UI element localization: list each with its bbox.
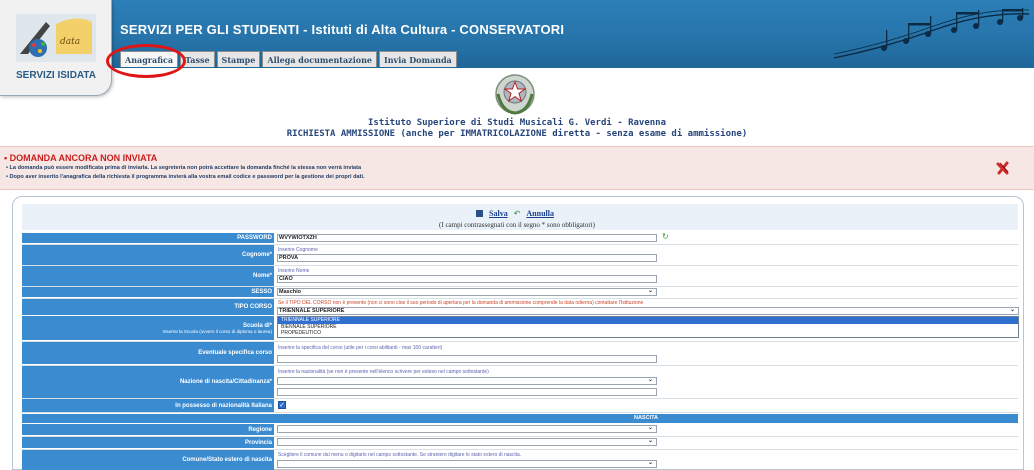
provincia-select[interactable]: ⌄	[277, 438, 657, 446]
regione-label: Regione	[22, 424, 274, 435]
regione-select[interactable]: ⌄	[277, 425, 657, 433]
section-band-left	[22, 414, 274, 423]
password-label: PASSWORD	[22, 233, 274, 243]
tab-allega-documentazione[interactable]: Allega documentazione	[262, 51, 377, 67]
close-x-icon[interactable]	[996, 161, 1010, 175]
scuola-sublabel: Inserire la Scuola (ovvero il corso di d…	[162, 328, 272, 334]
notice-line-2: • Dopo aver inserito l'anagrafica della …	[6, 174, 365, 180]
nazione-label: Nazione di nascita/Cittadinanza*	[22, 366, 274, 398]
specifica-field[interactable]	[277, 355, 657, 363]
chevron-down-icon: ⌄	[647, 438, 653, 444]
comune-label: Comune/Stato estero di nascita	[22, 450, 274, 470]
logo-label: SERVIZI ISIDATA	[15, 70, 96, 81]
cognome-hint: Inserire Cognome	[278, 247, 318, 253]
dropdown-option-triennale[interactable]: TRIENNALE SUPERIORE	[278, 317, 1018, 324]
provincia-label: Provincia	[22, 437, 274, 448]
notice-heading: • DOMANDA ANCORA NON INVIATA	[4, 153, 158, 163]
form-actions: Salva ↶ Annulla	[0, 209, 1034, 218]
nascita-section-header: NASCITA	[274, 414, 1018, 423]
undo-arrow-icon: ↶	[513, 209, 521, 218]
specifica-label: Eventuale specifica corso	[22, 342, 274, 364]
specifica-hint: Inserire la specifica del corso (utile p…	[278, 345, 443, 351]
tipo-corso-dropdown-list: TRIENNALE SUPERIORE BIENNALE SUPERIORE P…	[277, 316, 1019, 338]
floppy-disk-icon	[476, 210, 484, 217]
nazione-hint: Inserire la nazionalità (se non è presen…	[278, 369, 489, 375]
app-title: SERVIZI PER GLI STUDENTI - Istituti di A…	[120, 22, 565, 37]
isidata-logo: data	[16, 14, 96, 62]
scuola-label-cell: Scuola di* Inserire la Scuola (ovvero il…	[22, 316, 274, 340]
request-subtitle: RICHIESTA AMMISSIONE (anche per IMMATRIC…	[286, 129, 748, 139]
notice-banner: • DOMANDA ANCORA NON INVIATA • La domand…	[0, 146, 1034, 190]
comune-select[interactable]: ⌄	[277, 460, 657, 468]
nome-field[interactable]: CIAO	[277, 275, 657, 283]
password-field[interactable]: WVYWIOTXZH	[277, 234, 657, 242]
republic-emblem-icon	[495, 74, 535, 115]
svg-text:data: data	[60, 37, 80, 47]
chevron-down-icon: ⌄	[1009, 307, 1015, 313]
refresh-arrows-icon[interactable]: ↻	[662, 232, 669, 241]
dropdown-option-propedeutico[interactable]: PROPEDEUTICO	[278, 330, 1018, 337]
cognome-label: Cognome*	[22, 245, 274, 265]
dropdown-option-biennale[interactable]: BIENNALE SUPERIORE	[278, 324, 1018, 331]
chevron-down-icon: ⌄	[647, 425, 653, 431]
chevron-down-icon: ⌄	[647, 377, 653, 383]
chevron-down-icon: ⌄	[647, 460, 653, 466]
tipo-corso-hint: Se il TIPO DEL CORSO non è presente (non…	[278, 300, 644, 306]
tab-stampe[interactable]: Stampe	[216, 51, 261, 67]
nazione-text-field[interactable]	[277, 388, 657, 396]
save-link[interactable]: Salva	[489, 209, 508, 218]
page: SERVIZI PER GLI STUDENTI - Istituti di A…	[0, 0, 1034, 470]
required-fields-note: (I campi contrassegnati con il segno * s…	[439, 221, 595, 229]
isidata-logo-panel: data SERVIZI ISIDATA	[0, 0, 112, 96]
tipo-corso-label: TIPO CORSO	[22, 299, 274, 315]
row-divider	[22, 412, 1018, 413]
nome-label: Nome*	[22, 266, 274, 286]
cancel-link[interactable]: Annulla	[526, 209, 554, 218]
tipo-corso-select[interactable]: TRIENNALE SUPERIORE ⌄	[277, 307, 1019, 315]
italiana-label: In possesso di nazionalità Italiana	[22, 399, 274, 412]
tipo-corso-selected-value: TRIENNALE SUPERIORE	[279, 308, 345, 314]
sesso-label: SESSO	[22, 287, 274, 297]
cognome-field[interactable]: PROVA	[277, 254, 657, 262]
institute-title: Istituto Superiore di Studi Musicali G. …	[367, 118, 666, 128]
sesso-select[interactable]: Maschio ⌄	[277, 288, 657, 296]
italiana-checkbox[interactable]: ✓	[278, 401, 286, 409]
sesso-selected-value: Maschio	[279, 289, 302, 295]
notice-line-1: • La domanda può essere modificata prima…	[6, 165, 362, 171]
comune-hint: Scegliere il comune dal menu o digitarlo…	[278, 452, 522, 458]
nazione-select[interactable]: ⌄	[277, 377, 657, 385]
music-notes-decoration	[833, 8, 1030, 59]
chevron-down-icon: ⌄	[647, 288, 653, 294]
highlight-annotation-circle	[106, 44, 186, 78]
nome-hint: Inserire Nome	[278, 268, 310, 274]
tab-invia-domanda[interactable]: Invia Domanda	[379, 51, 457, 67]
